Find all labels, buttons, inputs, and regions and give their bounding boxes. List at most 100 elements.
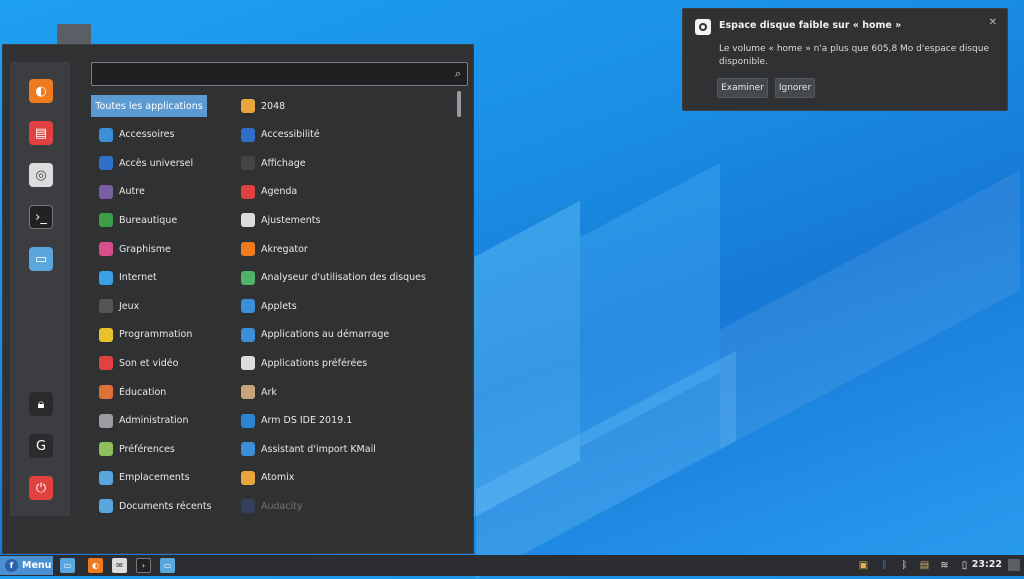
education-icon xyxy=(99,385,113,399)
app-item[interactable]: Agenda xyxy=(241,181,297,203)
category-label: Son et vidéo xyxy=(119,357,179,369)
app-item[interactable]: Ark xyxy=(241,381,277,403)
multimedia-icon xyxy=(99,356,113,371)
app-item[interactable]: Audacity xyxy=(241,495,303,517)
category-item[interactable]: Graphisme xyxy=(91,238,207,260)
category-item[interactable]: Bureautique xyxy=(91,209,207,231)
bluetooth-icon[interactable]: ᛒ xyxy=(898,558,911,573)
accessibility-icon xyxy=(241,127,255,142)
app-item[interactable]: Applets xyxy=(241,295,297,317)
app-label: Akregator xyxy=(261,243,308,255)
bluetooth-applet-icon[interactable]: ᛒ xyxy=(878,558,891,573)
category-label: Accessoires xyxy=(119,129,175,141)
battery-icon[interactable]: ▯ xyxy=(958,558,971,573)
category-item[interactable]: Autre xyxy=(91,181,207,203)
category-label: Programmation xyxy=(119,329,193,341)
scrollbar-thumb[interactable] xyxy=(457,91,461,117)
category-label: Documents récents xyxy=(119,500,212,512)
preferred-apps-icon xyxy=(241,356,255,371)
applets-icon xyxy=(241,299,255,314)
category-item[interactable]: Jeux xyxy=(91,295,207,317)
category-item[interactable]: Documents récents xyxy=(91,495,212,517)
disk-warning-icon xyxy=(695,19,711,35)
ignore-button[interactable]: Ignorer xyxy=(775,78,815,98)
terminal-launcher-icon[interactable]: › xyxy=(136,558,151,573)
internet-icon xyxy=(99,270,113,285)
lock-icon[interactable]: 🔒︎ xyxy=(29,392,53,416)
firefox-launcher-icon[interactable]: ◐ xyxy=(88,558,103,573)
fedora-logo-icon: f xyxy=(5,559,18,572)
search-box[interactable]: ⌕ xyxy=(91,62,468,86)
category-label: Jeux xyxy=(119,300,140,312)
category-item[interactable]: Toutes les applications xyxy=(91,95,207,117)
category-item[interactable]: Son et vidéo xyxy=(91,352,207,374)
app-item[interactable]: Analyseur d'utilisation des disques xyxy=(241,267,426,289)
settings-icon[interactable]: ◎ xyxy=(29,163,53,187)
category-label: Éducation xyxy=(119,386,167,398)
audacity-icon xyxy=(241,499,255,514)
recent-icon xyxy=(99,499,113,514)
app-item[interactable]: Atomix xyxy=(241,467,294,489)
category-item[interactable]: Accès universel xyxy=(91,152,207,174)
app-item[interactable]: Applications au démarrage xyxy=(241,324,389,346)
notification-body: Le volume « home » n'a plus que 605,8 Mo… xyxy=(719,44,990,67)
favorites-bar: ◐ ▤ ◎ ›_ ▭ 🔒︎ G ⏻ xyxy=(10,62,70,516)
folder-icon xyxy=(99,470,113,485)
app-label: Affichage xyxy=(261,157,306,169)
category-item[interactable]: Internet xyxy=(91,267,207,289)
package-updates-icon[interactable]: ▣ xyxy=(857,558,870,573)
show-desktop-icon[interactable]: ▭ xyxy=(60,558,75,573)
search-input[interactable] xyxy=(98,63,442,85)
files-icon[interactable]: ▭ xyxy=(29,247,53,271)
close-icon[interactable]: ✕ xyxy=(989,17,997,28)
app-item[interactable]: Arm DS IDE 2019.1 xyxy=(241,410,352,432)
clock[interactable]: 23:22 xyxy=(972,559,1002,570)
app-label: Atomix xyxy=(261,472,295,484)
display-icon xyxy=(241,156,255,171)
mail-launcher-icon[interactable]: ✉ xyxy=(112,558,127,573)
wifi-icon[interactable]: ≋ xyxy=(938,558,951,573)
category-item[interactable]: Préférences xyxy=(91,438,207,460)
accessibility-icon xyxy=(99,156,113,171)
files-launcher-icon[interactable]: ▭ xyxy=(160,558,175,573)
clipboard-icon[interactable]: ▤ xyxy=(918,558,931,573)
power-icon[interactable]: ⏻ xyxy=(29,476,53,500)
category-label: Bureautique xyxy=(119,214,178,226)
app-item[interactable]: Akregator xyxy=(241,238,308,260)
ark-icon xyxy=(241,385,255,399)
category-label: Administration xyxy=(119,415,189,427)
examine-button[interactable]: Examiner xyxy=(717,78,768,98)
show-desktop-corner[interactable] xyxy=(1008,559,1020,571)
app-item[interactable]: Assistant d'import KMail xyxy=(241,438,376,460)
app-item[interactable]: 2048 xyxy=(241,95,285,117)
app-item[interactable]: Accessibilité xyxy=(241,124,320,146)
category-item[interactable]: Administration xyxy=(91,410,207,432)
category-item[interactable]: Accessoires xyxy=(91,124,207,146)
accessories-icon xyxy=(99,127,113,142)
app-label: Arm DS IDE 2019.1 xyxy=(261,415,353,427)
logout-icon[interactable]: G xyxy=(29,434,53,458)
preferences-icon xyxy=(99,442,113,457)
terminal-icon[interactable]: ›_ xyxy=(29,205,53,229)
taskbar: f Menu ▭ ◐ ✉ › ▭ ▣ ᛒ ᛒ ▤ ≋ ▯ 23:22 xyxy=(0,555,1024,576)
app-item[interactable]: Ajustements xyxy=(241,209,320,231)
category-item[interactable]: Programmation xyxy=(91,324,207,346)
desktop-panel-tab xyxy=(57,24,91,46)
tweaks-icon xyxy=(241,213,255,228)
games-icon xyxy=(99,299,113,314)
app-item[interactable]: Applications préférées xyxy=(241,352,367,374)
software-center-icon[interactable]: ▤ xyxy=(29,121,53,145)
calendar-icon xyxy=(241,184,255,199)
wallpaper-shape xyxy=(720,170,1020,450)
category-item[interactable]: Éducation xyxy=(91,381,207,403)
app-item[interactable]: Affichage xyxy=(241,152,306,174)
firefox-icon[interactable]: ◐ xyxy=(29,79,53,103)
app-label: Ark xyxy=(261,386,277,398)
category-label: Préférences xyxy=(119,443,175,455)
application-menu: ◐ ▤ ◎ ›_ ▭ 🔒︎ G ⏻ ⌕ Toutes les applicati… xyxy=(2,44,474,554)
category-item[interactable]: Emplacements xyxy=(91,467,207,489)
menu-button[interactable]: f Menu xyxy=(0,556,53,575)
atomix-icon xyxy=(241,470,255,485)
category-label: Internet xyxy=(119,272,157,284)
other-icon xyxy=(99,184,113,199)
